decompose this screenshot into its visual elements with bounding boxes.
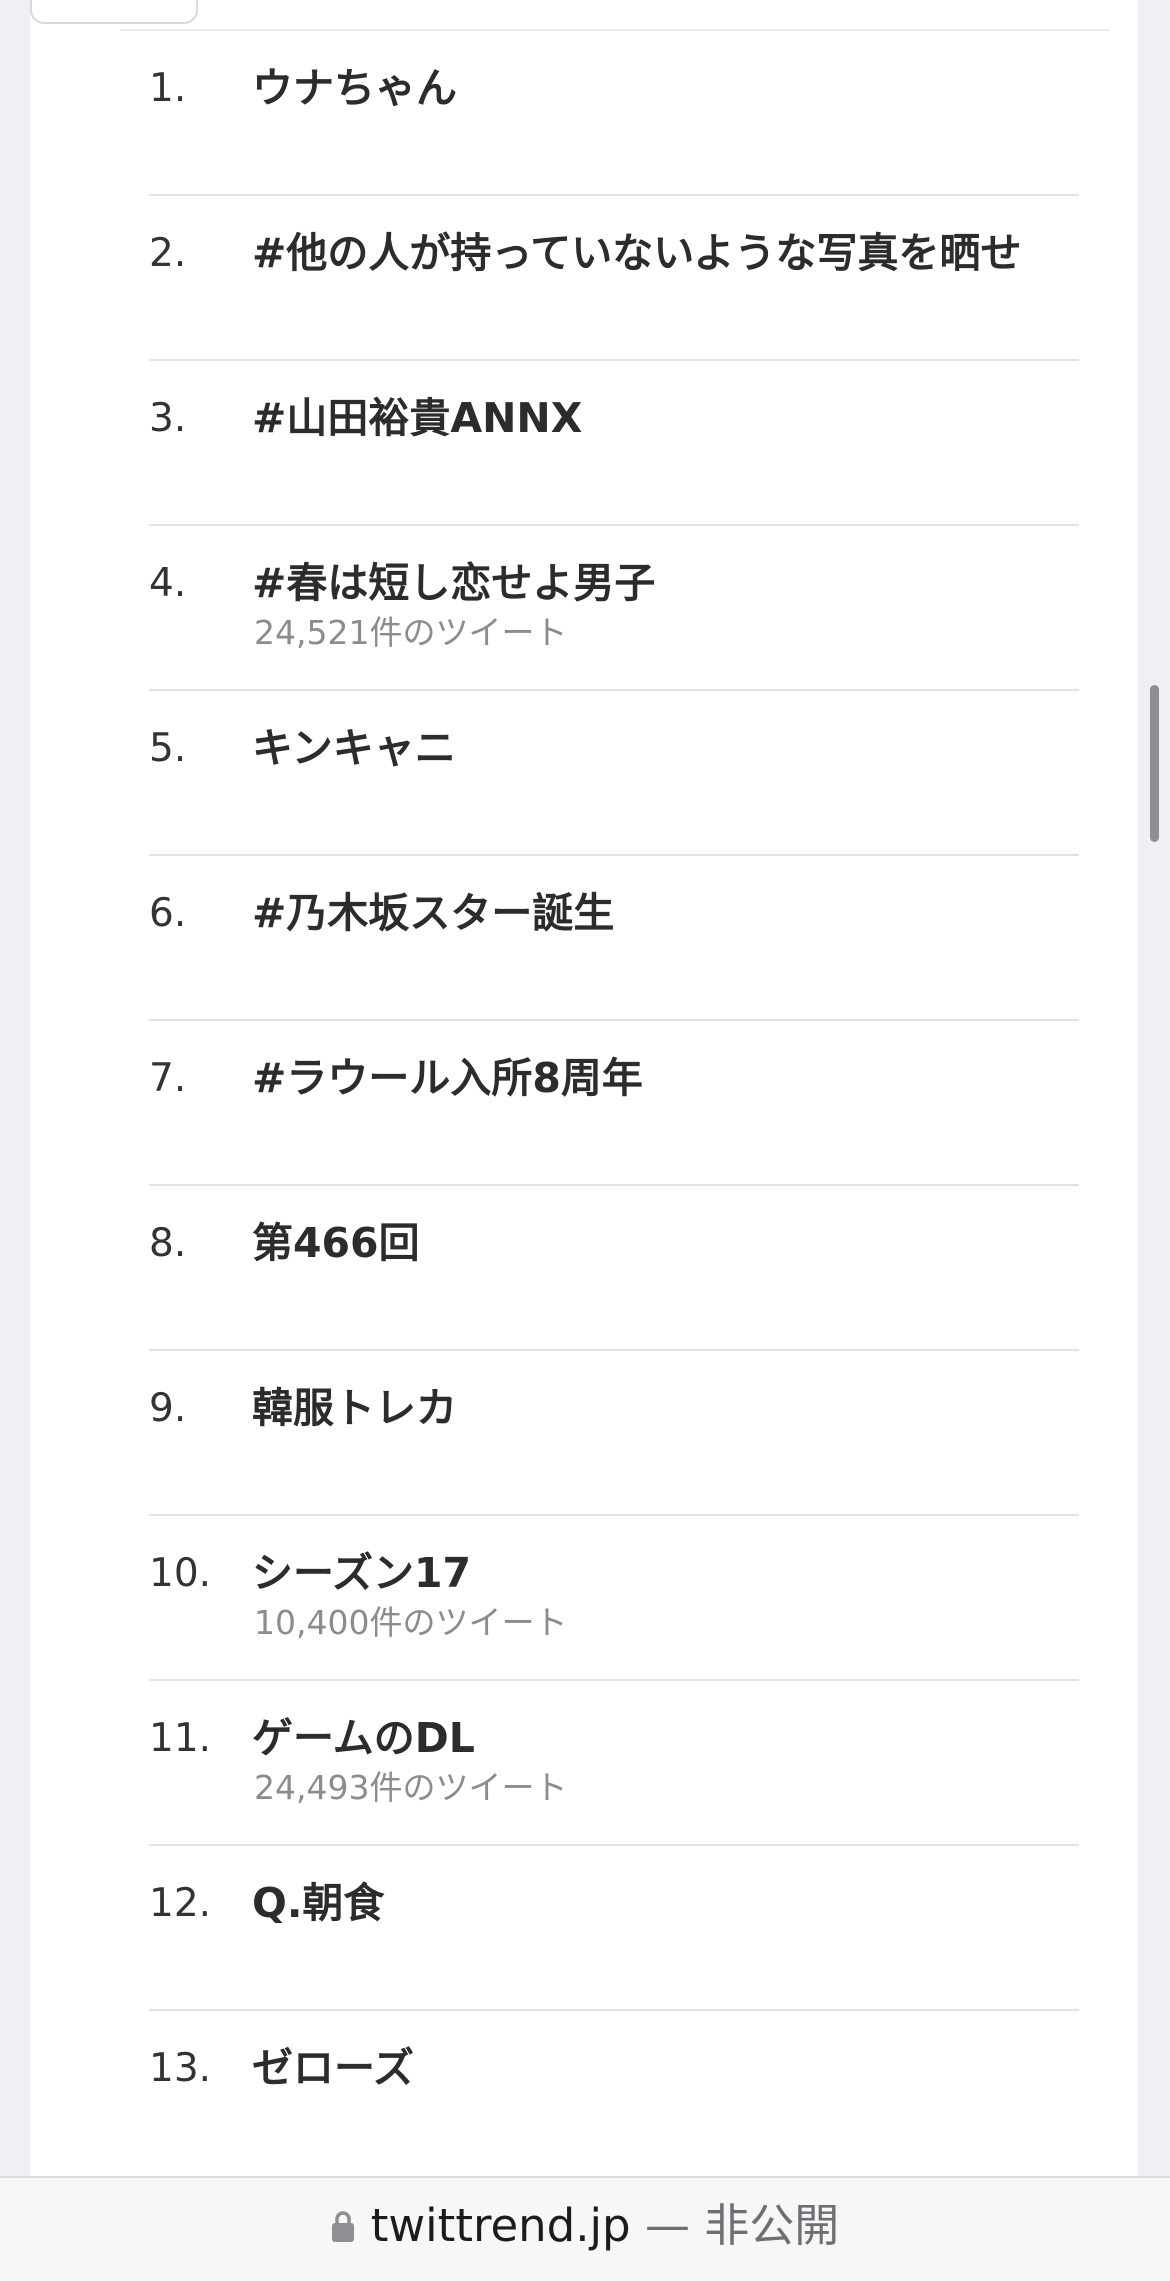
- trend-name-link[interactable]: #山田裕貴ANNX: [252, 392, 582, 444]
- trend-rank: 8.: [149, 1221, 187, 1266]
- trend-rank: 9.: [149, 1386, 187, 1431]
- trend-name-link[interactable]: キンキャニ: [252, 722, 456, 774]
- page: 1. ウナちゃん 2. #他の人が持っていないような写真を晒せ 3. #山田裕貴ANNX 4…: [0, 0, 1170, 2281]
- url-domain: twittrend.jp: [370, 2199, 631, 2252]
- trend-row[interactable]: 4. #春は短し恋せよ男子 24,521件のツイート: [149, 526, 1079, 691]
- trend-rank: 3.: [149, 396, 187, 441]
- trend-row[interactable]: 5. キンキャニ: [149, 691, 1079, 856]
- trend-rank: 6.: [149, 891, 187, 936]
- lock-icon: [331, 2209, 355, 2243]
- trend-row[interactable]: 8. 第466回: [149, 1186, 1079, 1351]
- trend-list-card: 1. ウナちゃん 2. #他の人が持っていないような写真を晒せ 3. #山田裕貴ANNX 4…: [30, 0, 1138, 2176]
- trend-name-link[interactable]: シーズン17: [252, 1547, 471, 1599]
- scrollbar-thumb[interactable]: [1150, 685, 1159, 842]
- trend-row[interactable]: 3. #山田裕貴ANNX: [149, 361, 1079, 526]
- trend-row[interactable]: 2. #他の人が持っていないような写真を晒せ: [149, 196, 1079, 361]
- trend-name-link[interactable]: ゼローズ: [252, 2042, 414, 2094]
- trend-row[interactable]: 7. #ラウール入所8周年: [149, 1021, 1079, 1186]
- trend-rank: 2.: [149, 231, 187, 276]
- trend-tweet-count: 24,493件のツイート: [254, 1768, 568, 1807]
- trend-row[interactable]: 11. ゲームのDL 24,493件のツイート: [149, 1681, 1079, 1846]
- trend-row[interactable]: 10. シーズン17 10,400件のツイート: [149, 1516, 1079, 1681]
- trend-name-link[interactable]: ウナちゃん: [252, 62, 457, 114]
- trend-rank: 7.: [149, 1056, 187, 1101]
- trend-rank: 12.: [149, 1881, 212, 1926]
- trend-name-link[interactable]: 韓服トレカ: [252, 1382, 457, 1434]
- trend-row[interactable]: 12. Q.朝食: [149, 1846, 1079, 2011]
- trend-name-link[interactable]: #ラウール入所8周年: [252, 1052, 643, 1104]
- trend-name-link[interactable]: 第466回: [252, 1217, 420, 1269]
- trend-name-link[interactable]: #乃木坂スター誕生: [252, 887, 614, 939]
- trend-tweet-count: 10,400件のツイート: [254, 1603, 568, 1642]
- trend-name-link[interactable]: ゲームのDL: [252, 1712, 475, 1764]
- private-browsing-label: 非公開: [704, 2199, 840, 2252]
- trend-row[interactable]: 13. ゼローズ: [149, 2011, 1079, 2176]
- trend-name-link[interactable]: #春は短し恋せよ男子: [252, 557, 655, 609]
- trend-name-link[interactable]: #他の人が持っていないような写真を晒せ: [252, 227, 1021, 279]
- collapsed-tab[interactable]: [30, 0, 198, 24]
- trend-row[interactable]: 9. 韓服トレカ: [149, 1351, 1079, 1516]
- trend-rank: 10.: [149, 1551, 212, 1596]
- trend-rank: 1.: [149, 66, 187, 111]
- trend-rank: 11.: [149, 1716, 212, 1761]
- address-content: twittrend.jp — 非公開: [0, 2198, 1170, 2254]
- trend-name-link[interactable]: Q.朝食: [252, 1877, 384, 1929]
- trend-rank: 5.: [149, 726, 187, 771]
- address-bar[interactable]: twittrend.jp — 非公開: [0, 2176, 1170, 2281]
- trend-row[interactable]: 1. ウナちゃん: [149, 31, 1079, 196]
- trend-row[interactable]: 6. #乃木坂スター誕生: [149, 856, 1079, 1021]
- trend-list: 1. ウナちゃん 2. #他の人が持っていないような写真を晒せ 3. #山田裕貴ANNX 4…: [149, 31, 1079, 2176]
- trend-tweet-count: 24,521件のツイート: [254, 613, 568, 652]
- trend-rank: 4.: [149, 561, 187, 606]
- url-separator: —: [644, 2199, 690, 2252]
- trend-rank: 13.: [149, 2046, 212, 2091]
